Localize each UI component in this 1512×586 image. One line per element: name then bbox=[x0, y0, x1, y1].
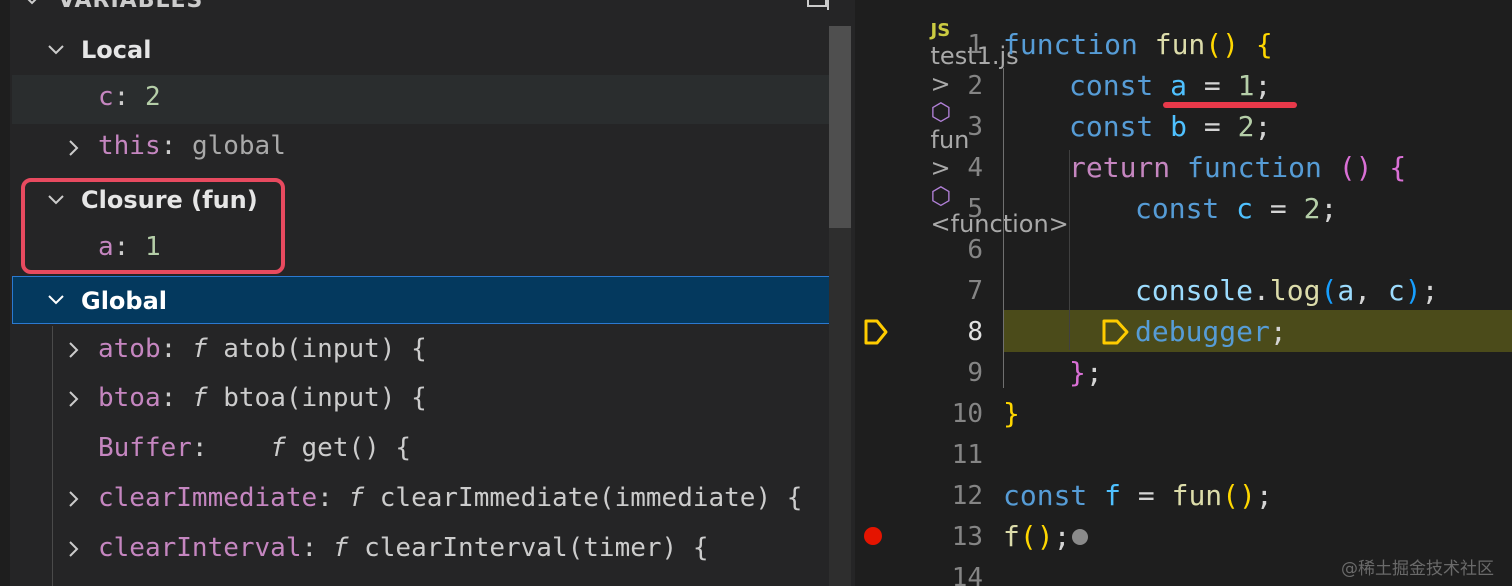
chevron-down-icon[interactable] bbox=[22, 0, 42, 10]
line-number: 9 bbox=[967, 358, 983, 388]
code-line[interactable]: const a = 1; bbox=[1069, 69, 1271, 102]
variable-row[interactable]: clearImmediate: f clearImmediate(immedia… bbox=[12, 475, 832, 524]
collapse-all-icon[interactable] bbox=[806, 0, 832, 12]
section-title: VARIABLES bbox=[58, 0, 204, 13]
code-line[interactable]: const c = 2; bbox=[1135, 192, 1337, 225]
variable-clearimmediate: clearImmediate: f clearImmediate(immedia… bbox=[98, 483, 803, 513]
inline-stop-icon bbox=[1102, 319, 1129, 345]
current-stack-frame-icon bbox=[864, 319, 888, 345]
code-line[interactable]: console.log(a, c); bbox=[1135, 274, 1438, 307]
closure-highlight-box bbox=[21, 178, 285, 274]
activity-strip bbox=[0, 0, 10, 586]
line-number: 8 bbox=[967, 317, 983, 347]
line-number: 5 bbox=[967, 194, 983, 224]
line-number: 11 bbox=[951, 440, 983, 470]
variable-row[interactable]: this: global bbox=[12, 124, 832, 173]
variable-this: this: global bbox=[98, 131, 286, 161]
chevron-right-icon bbox=[69, 491, 79, 507]
variable-row[interactable]: btoa: f btoa(input) { bbox=[12, 375, 832, 424]
variable-row[interactable]: Buffer: f get() { bbox=[12, 425, 832, 474]
variable-clearinterval: clearInterval: f clearInterval(timer) { bbox=[98, 533, 709, 563]
variable-btoa: btoa: f btoa(input) { bbox=[98, 383, 427, 413]
variable-row[interactable]: clearInterval: f clearInterval(timer) { bbox=[12, 525, 832, 574]
line-number: 1 bbox=[967, 30, 983, 60]
code-line-current[interactable]: debugger; bbox=[1135, 315, 1287, 348]
code-line[interactable]: return function () { bbox=[1069, 151, 1406, 184]
variable-c: c: 2 bbox=[98, 82, 161, 112]
scope-local[interactable]: Local bbox=[12, 26, 832, 75]
line-number: 2 bbox=[967, 71, 983, 101]
breakpoint-icon[interactable] bbox=[863, 526, 883, 546]
chevron-right-icon bbox=[69, 140, 79, 156]
code-line[interactable]: } bbox=[1003, 397, 1020, 430]
code-line[interactable]: function fun() { bbox=[1003, 28, 1273, 61]
line-number: 4 bbox=[967, 153, 983, 183]
chevron-right-icon bbox=[69, 541, 79, 557]
highlight-underline bbox=[1163, 102, 1297, 108]
variable-atob: atob: f atob(input) { bbox=[98, 334, 427, 364]
code-editor[interactable]: JS test1.js > ⬡ fun > ⬡ <function> 1 2 3… bbox=[855, 0, 1512, 586]
chevron-right-icon bbox=[69, 391, 79, 407]
watermark: @稀土掘金技术社区 bbox=[1341, 559, 1494, 579]
variable-row[interactable]: atob: f atob(input) { bbox=[12, 326, 832, 375]
line-number: 13 bbox=[951, 522, 983, 552]
code-line[interactable]: const f = fun(); bbox=[1003, 479, 1273, 512]
code-line[interactable]: }; bbox=[1069, 356, 1103, 389]
indent-guide bbox=[1003, 68, 1004, 388]
line-number: 12 bbox=[951, 481, 983, 511]
chevron-down-icon bbox=[48, 295, 64, 305]
scope-global[interactable]: Global bbox=[12, 276, 848, 324]
chevron-right-icon bbox=[69, 342, 79, 358]
inline-breakpoint-icon[interactable] bbox=[1071, 528, 1089, 546]
scope-label: Global bbox=[81, 287, 168, 315]
code-line[interactable]: f(); bbox=[1003, 520, 1070, 553]
variable-row[interactable]: c: 2 bbox=[12, 75, 832, 124]
line-number: 7 bbox=[967, 276, 983, 306]
variables-panel: VARIABLES Local c: 2 this: global Closur… bbox=[0, 0, 855, 586]
variable-buffer: Buffer: f get() { bbox=[98, 433, 412, 463]
scrollbar-thumb[interactable] bbox=[829, 26, 851, 228]
chevron-down-icon bbox=[48, 45, 64, 55]
line-number: 10 bbox=[951, 399, 983, 429]
scope-label: Local bbox=[81, 36, 152, 64]
line-number: 14 bbox=[951, 563, 983, 586]
line-number: 6 bbox=[967, 235, 983, 265]
line-number: 3 bbox=[967, 112, 983, 142]
code-line[interactable]: const b = 2; bbox=[1069, 110, 1271, 143]
